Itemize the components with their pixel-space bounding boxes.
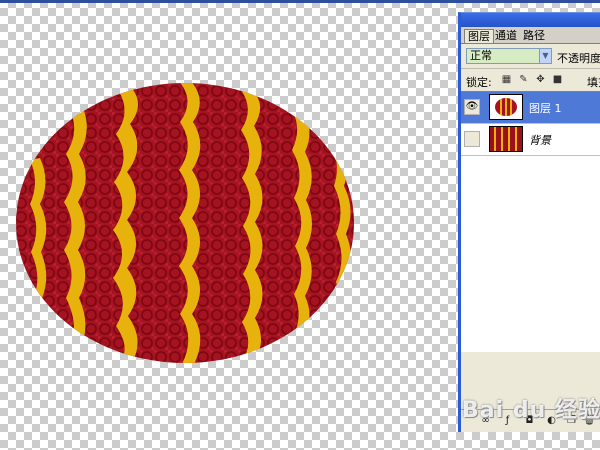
gold-stripes <box>30 83 351 363</box>
background-layer-name: 背景 <box>529 134 551 147</box>
eye-icon[interactable]: 👁 <box>464 99 480 115</box>
tab-layers[interactable]: 图层 <box>464 29 494 43</box>
background-thumbnail <box>489 126 523 152</box>
lantern-ball-artwork[interactable] <box>0 0 460 450</box>
lock-row: 锁定: ▦ ✎ ✥ ■ 填充 <box>461 68 600 91</box>
fill-label: 填充 <box>587 76 600 89</box>
tab-paths[interactable]: 路径 <box>520 29 548 43</box>
opacity-label: 不透明度 <box>557 52 600 65</box>
chevron-down-icon[interactable]: ▼ <box>539 49 551 63</box>
blend-row: 正常 ▼ 不透明度 <box>461 44 600 68</box>
visibility-toggle[interactable] <box>464 131 480 147</box>
layer-1-name: 图层 1 <box>529 102 562 115</box>
panel-titlebar[interactable] <box>461 13 600 27</box>
lock-label: 锁定: <box>466 76 492 89</box>
move-icon[interactable]: ✥ <box>535 74 546 85</box>
layers-panel: 图层 通道 路径 正常 ▼ 不透明度 锁定: ▦ ✎ ✥ ■ 填充 👁 <box>458 12 600 432</box>
brush-icon[interactable]: ✎ <box>518 74 529 85</box>
photoshop-window: 图层 通道 路径 正常 ▼ 不透明度 锁定: ▦ ✎ ✥ ■ 填充 👁 <box>0 0 600 450</box>
layer-row-background[interactable]: 背景 <box>461 124 600 156</box>
lock-icon[interactable]: ■ <box>552 74 563 85</box>
layer-row-1[interactable]: 👁 图层 1 <box>461 92 600 124</box>
layers-list: 👁 图层 1 背景 <box>461 91 600 352</box>
layer-1-thumbnail <box>489 94 523 120</box>
tab-channels[interactable]: 通道 <box>492 29 520 43</box>
baidu-watermark: Bai du 经验 <box>462 398 600 423</box>
panel-tabs: 图层 通道 路径 <box>461 27 600 44</box>
checker-icon[interactable]: ▦ <box>501 74 512 85</box>
